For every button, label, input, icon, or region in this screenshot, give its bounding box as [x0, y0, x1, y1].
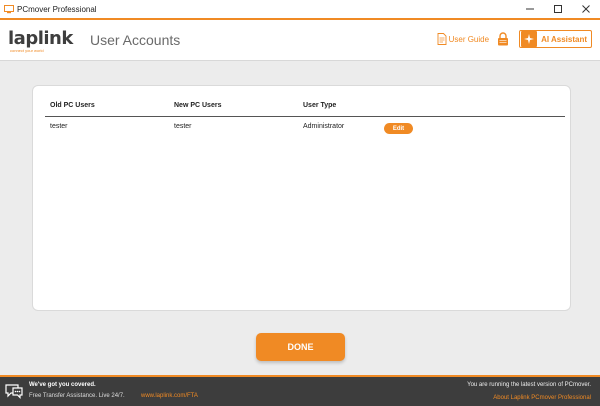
laplink-logo: laplink connect your world	[8, 23, 73, 57]
header-actions: User Guide AI Assistant	[437, 30, 592, 48]
sparkle-icon	[521, 31, 538, 47]
chat-support-icon	[5, 384, 23, 399]
column-header-new-users: New PC Users	[174, 102, 222, 109]
about-link[interactable]: About Laplink PCmover Professional	[493, 395, 591, 401]
footer-bar: We've got you covered. Free Transfer Ass…	[0, 375, 600, 406]
maximize-icon	[554, 5, 562, 13]
user-guide-link[interactable]: User Guide	[437, 33, 489, 45]
column-header-old-users: Old PC Users	[50, 102, 95, 109]
minimize-button[interactable]	[516, 0, 544, 18]
column-header-user-type: User Type	[303, 102, 337, 109]
ai-assistant-label: AI Assistant	[541, 34, 587, 44]
fta-link[interactable]: www.laplink.com/FTA	[141, 393, 198, 399]
user-accounts-panel: Old PC Users New PC Users User Type test…	[32, 85, 571, 311]
lock-icon[interactable]	[497, 32, 509, 46]
maximize-button[interactable]	[544, 0, 572, 18]
version-status: You are running the latest version of PC…	[467, 382, 591, 388]
page-title: User Accounts	[90, 32, 181, 48]
user-type-cell: Administrator	[303, 123, 345, 130]
done-button[interactable]: DONE	[256, 333, 345, 361]
document-icon	[437, 33, 447, 45]
footer-headline: We've got you covered.	[29, 382, 96, 388]
logo-wordmark: laplink	[8, 28, 73, 49]
new-user-cell: tester	[174, 123, 192, 130]
logo-tagline: connect your world	[10, 48, 44, 53]
ai-assistant-button[interactable]: AI Assistant	[519, 30, 592, 48]
edit-button[interactable]: Edit	[384, 123, 413, 134]
close-icon	[582, 5, 590, 13]
window-titlebar: PCmover Professional	[0, 0, 600, 18]
user-guide-label: User Guide	[448, 34, 490, 44]
close-button[interactable]	[572, 0, 600, 18]
footer-subline: Free Transfer Assistance. Live 24/7.	[29, 393, 125, 399]
window-title: PCmover Professional	[17, 4, 97, 14]
old-user-cell: tester	[50, 123, 68, 130]
pcmover-app-icon	[4, 5, 14, 14]
table-header-divider	[45, 116, 565, 117]
table-row: tester tester Administrator Edit	[45, 123, 565, 135]
header-divider	[0, 60, 600, 61]
table-header: Old PC Users New PC Users User Type	[45, 102, 565, 116]
app-header: laplink connect your world User Accounts…	[0, 20, 600, 60]
minimize-icon	[526, 8, 534, 10]
